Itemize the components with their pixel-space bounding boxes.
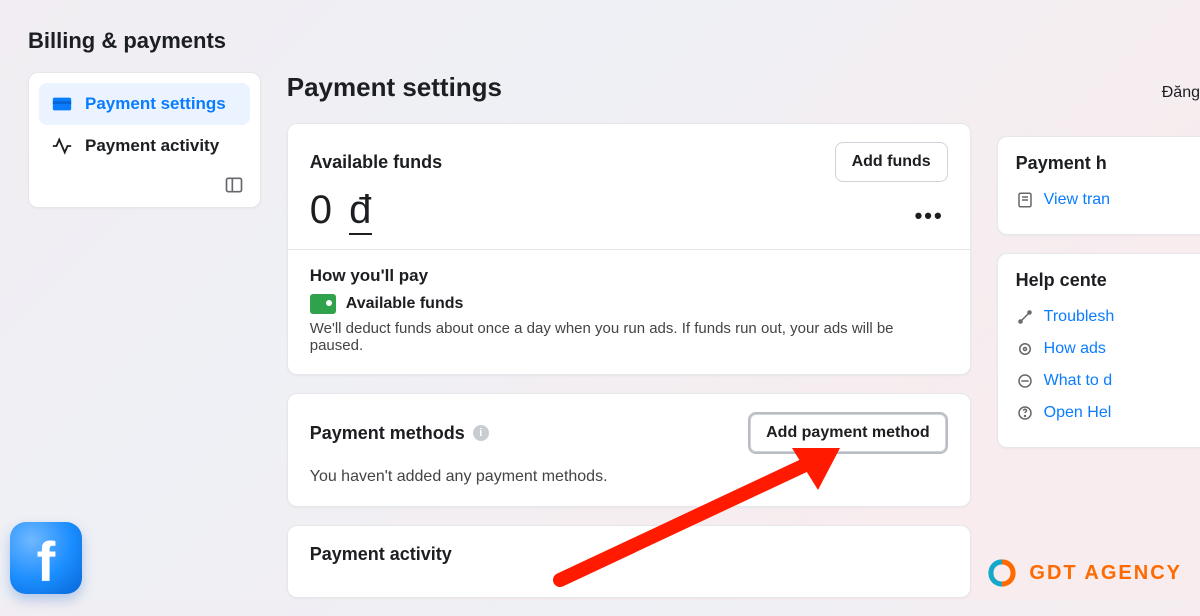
help-center-title: Help cente <box>1016 270 1194 291</box>
pay-mode-description: We'll deduct funds about once a day when… <box>310 320 948 354</box>
credit-card-icon <box>51 93 73 115</box>
header-button-clipped[interactable]: Đăng <box>1162 84 1200 102</box>
payment-activity-title: Payment activity <box>310 544 948 565</box>
payment-methods-card: Payment methods i Add payment method You… <box>287 393 971 507</box>
available-funds-amount: 0 đ <box>310 188 373 233</box>
help-link-troubleshoot[interactable]: Troublesh <box>1016 301 1194 333</box>
facebook-badge: f <box>10 522 82 594</box>
main-column: Payment settings Available funds Add fun… <box>287 72 971 616</box>
right-column: Payment h View tran Help cente Troublesh <box>997 136 1200 448</box>
payment-methods-title: Payment methods <box>310 423 465 444</box>
sidebar-item-payment-settings[interactable]: Payment settings <box>39 83 250 125</box>
question-icon <box>1016 404 1034 422</box>
amount-value: 0 <box>310 188 333 232</box>
payment-history-title: Payment h <box>1016 153 1194 174</box>
help-center-card: Help cente Troublesh How ads <box>997 253 1200 448</box>
divider <box>288 249 970 250</box>
section-title: Payment settings <box>287 72 502 103</box>
tools-icon <box>1016 308 1034 326</box>
help-link-how-ads-billing[interactable]: How ads <box>1016 333 1194 365</box>
link-text: What to d <box>1044 372 1112 390</box>
activity-icon <box>51 135 73 157</box>
help-link-open-help[interactable]: Open Hel <box>1016 397 1194 429</box>
add-funds-button[interactable]: Add funds <box>835 142 948 182</box>
pay-mode-label: Available funds <box>346 295 464 313</box>
sidebar: Payment settings Payment activity <box>28 72 261 208</box>
link-text: Troublesh <box>1044 308 1115 326</box>
sidebar-item-payment-activity[interactable]: Payment activity <box>39 125 250 167</box>
wallet-icon <box>310 294 336 314</box>
facebook-f-glyph: f <box>37 534 56 590</box>
collapse-sidebar-icon[interactable] <box>224 175 246 197</box>
payment-methods-empty-text: You haven't added any payment methods. <box>310 468 948 486</box>
payment-history-card: Payment h View tran <box>997 136 1200 235</box>
link-text: Open Hel <box>1044 404 1112 422</box>
link-text: How ads <box>1044 340 1106 358</box>
sidebar-item-label: Payment settings <box>85 94 226 114</box>
gdt-agency-text: GDT AGENCY <box>1029 562 1182 585</box>
pay-mode-row: Available funds <box>310 294 948 314</box>
gear-lock-icon <box>1016 340 1034 358</box>
link-text: View tran <box>1044 191 1110 209</box>
available-funds-card: Available funds Add funds 0 đ ••• How yo… <box>287 123 971 375</box>
info-icon[interactable]: i <box>473 425 489 441</box>
view-transactions-link[interactable]: View tran <box>1016 184 1194 216</box>
help-link-what-to-do[interactable]: What to d <box>1016 365 1194 397</box>
receipt-icon <box>1016 191 1034 209</box>
no-entry-icon <box>1016 372 1034 390</box>
sidebar-item-label: Payment activity <box>85 136 219 156</box>
amount-currency: đ <box>349 188 372 235</box>
add-payment-method-button[interactable]: Add payment method <box>748 412 948 454</box>
page-title: Billing & payments <box>28 28 1200 54</box>
more-options-button[interactable]: ••• <box>915 203 948 229</box>
payment-activity-card: Payment activity <box>287 525 971 598</box>
available-funds-label: Available funds <box>310 152 442 173</box>
gdt-logo-icon <box>985 556 1019 590</box>
how-youll-pay-label: How you'll pay <box>310 266 948 286</box>
gdt-agency-watermark: GDT AGENCY <box>985 556 1182 590</box>
